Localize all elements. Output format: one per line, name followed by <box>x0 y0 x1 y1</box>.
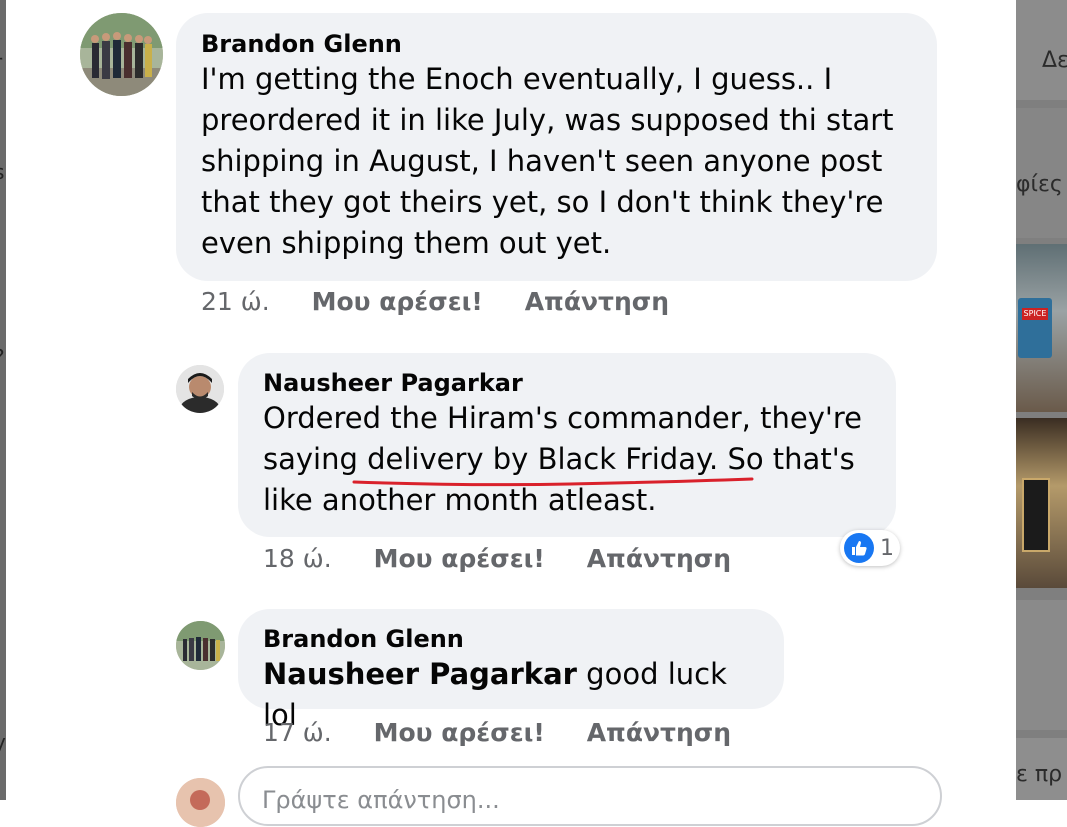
avatar[interactable] <box>176 621 225 670</box>
mention-link[interactable]: Nausheer Pagarkar <box>263 657 577 691</box>
comment-text-line: preordered it in like July, was supposed… <box>201 103 894 137</box>
reply-button[interactable]: Απάντηση <box>587 718 731 747</box>
comment-text-line: like another month atleast. <box>263 483 657 517</box>
comment-actions: 17 ώ. Μου αρέσει! Απάντηση <box>263 718 731 747</box>
right-background-panel: Δε φίες SPICE ε πρ <box>1016 0 1067 800</box>
comment-text-line: saying delivery by Black Friday. So that… <box>263 442 855 476</box>
comment-actions: 18 ώ. Μου αρέσει! Απάντηση <box>263 544 731 573</box>
right-product-photo: SPICE <box>1016 244 1067 412</box>
person-avatar-icon <box>176 365 224 413</box>
like-button[interactable]: Μου αρέσει! <box>374 718 545 747</box>
comment-author[interactable]: Brandon Glenn <box>201 29 913 59</box>
comment-text-line: even shipping them out yet. <box>201 226 612 260</box>
product-box: SPICE <box>1018 298 1052 358</box>
avatar[interactable] <box>176 365 224 413</box>
thumbs-up-icon <box>852 541 867 556</box>
comment-bubble: Brandon Glenn I'm getting the Enoch even… <box>176 13 937 281</box>
comment-text-line: shipping in August, I haven't seen anyon… <box>201 144 883 178</box>
reaction-badge[interactable]: 1 <box>840 530 900 566</box>
comment-timestamp[interactable]: 17 ώ. <box>263 718 332 747</box>
avatar[interactable] <box>80 13 163 96</box>
like-button[interactable]: Μου αρέσει! <box>312 287 483 316</box>
left-fragment: s <box>0 160 6 184</box>
reply-placeholder: Γράψτε απάντηση... <box>262 786 500 814</box>
reply-button[interactable]: Απάντηση <box>525 287 669 316</box>
right-card <box>1016 600 1067 730</box>
reaction-count: 1 <box>880 535 894 561</box>
reply-input[interactable]: Γράψτε απάντηση... <box>238 766 942 826</box>
left-fragment: r <box>0 50 6 74</box>
comment-text-line: that they got theirs yet, so I don't thi… <box>201 185 884 219</box>
like-button[interactable]: Μου αρέσει! <box>374 544 545 573</box>
comment-author[interactable]: Nausheer Pagarkar <box>263 368 872 398</box>
comment-author[interactable]: Brandon Glenn <box>263 624 760 654</box>
right-product-photo <box>1016 418 1067 588</box>
group-photo-avatar-icon <box>80 13 163 96</box>
comment-actions: 21 ώ. Μου αρέσει! Απάντηση <box>201 287 669 316</box>
comment-timestamp[interactable]: 18 ώ. <box>263 544 332 573</box>
comment-timestamp[interactable]: 21 ώ. <box>201 287 270 316</box>
right-fragment-top: Δε <box>1042 48 1067 73</box>
group-photo-avatar-icon <box>176 621 225 670</box>
product-bottle <box>1022 478 1050 552</box>
current-user-avatar[interactable] <box>176 778 225 827</box>
right-fragment-mid: φίες <box>1016 172 1063 197</box>
left-fragment: ? <box>0 345 6 369</box>
right-fragment-bottom: ε πρ <box>1016 762 1063 787</box>
like-reaction-icon <box>844 533 874 563</box>
left-fragment: y <box>0 730 6 754</box>
comment-text-line: Ordered the Hiram's commander, they're <box>263 401 862 435</box>
reply-button[interactable]: Απάντηση <box>587 544 731 573</box>
comment-text-line: I'm getting the Enoch eventually, I gues… <box>201 62 833 96</box>
product-label: SPICE <box>1022 308 1048 320</box>
comment-bubble: Brandon Glenn Nausheer Pagarkar good luc… <box>238 609 784 732</box>
left-background-edge: r s ? y <box>0 0 6 800</box>
comment-bubble: Nausheer Pagarkar Ordered the Hiram's co… <box>238 353 896 537</box>
person-avatar-icon <box>176 778 225 827</box>
